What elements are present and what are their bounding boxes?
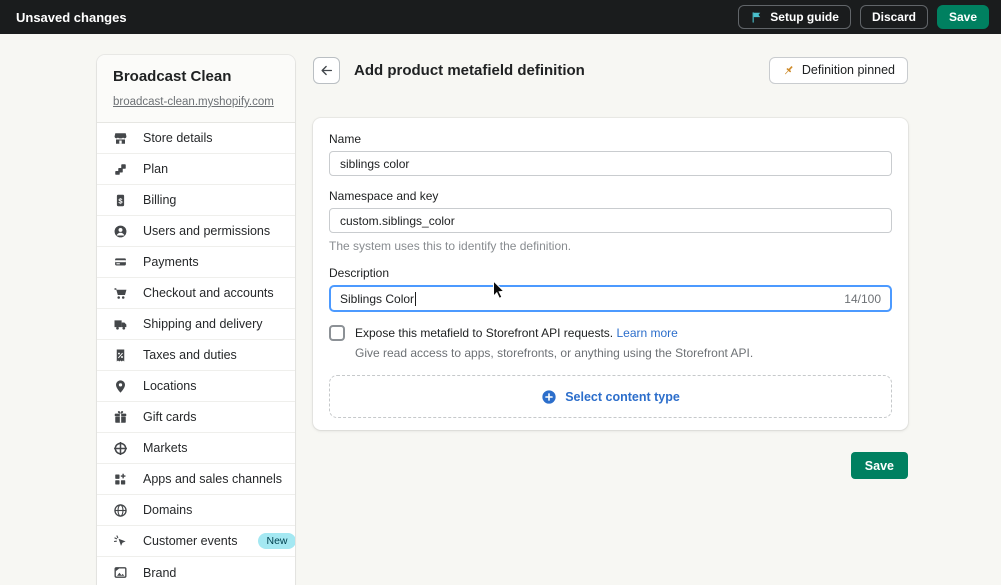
sidebar-item-label: Apps and sales channels — [143, 472, 282, 486]
name-input[interactable] — [329, 151, 892, 176]
name-field: Name — [329, 132, 892, 176]
sidebar-item-label: Locations — [143, 379, 197, 393]
learn-more-link[interactable]: Learn more — [616, 326, 677, 340]
namespace-help-text: The system uses this to identify the def… — [329, 239, 892, 253]
settings-sidebar: Broadcast Clean broadcast-clean.myshopif… — [97, 55, 295, 585]
sidebar-item-label: Taxes and duties — [143, 348, 237, 362]
payments-icon — [113, 255, 128, 270]
locations-icon — [113, 379, 128, 394]
sidebar-item-label: Billing — [143, 193, 176, 207]
expose-label: Expose this metafield to Storefront API … — [355, 325, 678, 341]
page-footer: Save — [313, 452, 908, 479]
sidebar-item-label: Brand — [143, 566, 176, 580]
save-button[interactable]: Save — [851, 452, 908, 479]
sidebar-item-store-details[interactable]: Store details — [97, 123, 295, 154]
description-input[interactable]: Siblings Color 14/100 — [329, 285, 892, 312]
namespace-label: Namespace and key — [329, 189, 892, 203]
description-field: Description Siblings Color 14/100 — [329, 266, 892, 312]
customer-events-icon — [113, 534, 128, 549]
taxes-icon — [113, 348, 128, 363]
new-badge: New — [258, 533, 295, 550]
expose-help-text: Give read access to apps, storefronts, o… — [355, 346, 892, 360]
unsaved-changes-label: Unsaved changes — [16, 10, 127, 25]
plan-icon — [113, 162, 128, 177]
users-icon — [113, 224, 128, 239]
main-content: Add product metafield definition Definit… — [313, 55, 908, 479]
sidebar-item-customer-events[interactable]: Customer events New — [97, 526, 295, 557]
back-arrow-icon — [319, 63, 334, 78]
namespace-input[interactable] — [329, 208, 892, 233]
sidebar-header: Broadcast Clean broadcast-clean.myshopif… — [97, 55, 295, 123]
markets-icon — [113, 441, 128, 456]
sidebar-item-label: Users and permissions — [143, 224, 270, 238]
sidebar-item-plan[interactable]: Plan — [97, 154, 295, 185]
sidebar-item-label: Shipping and delivery — [143, 317, 263, 331]
discard-button[interactable]: Discard — [860, 5, 928, 29]
sidebar-list: Store details Plan $ Billing Users and p… — [97, 123, 295, 585]
select-content-type-button[interactable]: Select content type — [329, 375, 892, 418]
plus-circle-icon — [541, 389, 557, 405]
store-icon — [113, 131, 128, 146]
page-header: Add product metafield definition Definit… — [313, 55, 908, 85]
description-value: Siblings Color — [340, 292, 414, 306]
pin-icon — [782, 64, 795, 77]
select-content-type-label: Select content type — [565, 390, 680, 404]
sidebar-item-markets[interactable]: Markets — [97, 433, 295, 464]
gift-cards-icon — [113, 410, 128, 425]
page-title: Add product metafield definition — [354, 62, 585, 79]
flag-icon — [750, 11, 763, 24]
apps-icon — [113, 472, 128, 487]
expose-checkbox-row: Expose this metafield to Storefront API … — [329, 325, 892, 341]
sidebar-item-label: Gift cards — [143, 410, 197, 424]
sidebar-item-brand[interactable]: Brand — [97, 557, 295, 585]
back-button[interactable] — [313, 57, 340, 84]
sidebar-item-gift-cards[interactable]: Gift cards — [97, 402, 295, 433]
brand-icon — [113, 565, 128, 580]
store-name: Broadcast Clean — [113, 68, 279, 85]
topbar-save-button[interactable]: Save — [937, 5, 989, 29]
sidebar-item-label: Customer events — [143, 534, 237, 548]
sidebar-item-label: Markets — [143, 441, 187, 455]
character-counter: 14/100 — [844, 292, 881, 306]
topbar: Unsaved changes Setup guide Discard Save — [0, 0, 1001, 34]
billing-icon: $ — [113, 193, 128, 208]
namespace-field: Namespace and key The system uses this t… — [329, 189, 892, 253]
expose-checkbox[interactable] — [329, 325, 345, 341]
setup-guide-button[interactable]: Setup guide — [738, 5, 851, 29]
metafield-form-card: Name Namespace and key The system uses t… — [313, 118, 908, 430]
sidebar-item-taxes-and-duties[interactable]: Taxes and duties — [97, 340, 295, 371]
setup-guide-label: Setup guide — [770, 10, 839, 24]
sidebar-item-label: Domains — [143, 503, 192, 517]
store-domain-link[interactable]: broadcast-clean.myshopify.com — [113, 96, 274, 108]
description-label: Description — [329, 266, 892, 280]
sidebar-item-label: Store details — [143, 131, 212, 145]
sidebar-item-billing[interactable]: $ Billing — [97, 185, 295, 216]
sidebar-item-label: Payments — [143, 255, 199, 269]
sidebar-item-label: Plan — [143, 162, 168, 176]
sidebar-item-apps-and-sales-channels[interactable]: Apps and sales channels — [97, 464, 295, 495]
definition-pinned-button[interactable]: Definition pinned — [769, 57, 908, 84]
sidebar-item-payments[interactable]: Payments — [97, 247, 295, 278]
sidebar-item-domains[interactable]: Domains — [97, 495, 295, 526]
shipping-icon — [113, 317, 128, 332]
checkout-icon — [113, 286, 128, 301]
domains-icon — [113, 503, 128, 518]
name-label: Name — [329, 132, 892, 146]
sidebar-item-shipping-and-delivery[interactable]: Shipping and delivery — [97, 309, 295, 340]
sidebar-item-users-and-permissions[interactable]: Users and permissions — [97, 216, 295, 247]
topbar-actions: Setup guide Discard Save — [738, 5, 989, 29]
sidebar-item-checkout-and-accounts[interactable]: Checkout and accounts — [97, 278, 295, 309]
definition-pinned-label: Definition pinned — [802, 63, 895, 77]
sidebar-item-label: Checkout and accounts — [143, 286, 274, 300]
sidebar-item-locations[interactable]: Locations — [97, 371, 295, 402]
text-caret — [415, 292, 416, 306]
